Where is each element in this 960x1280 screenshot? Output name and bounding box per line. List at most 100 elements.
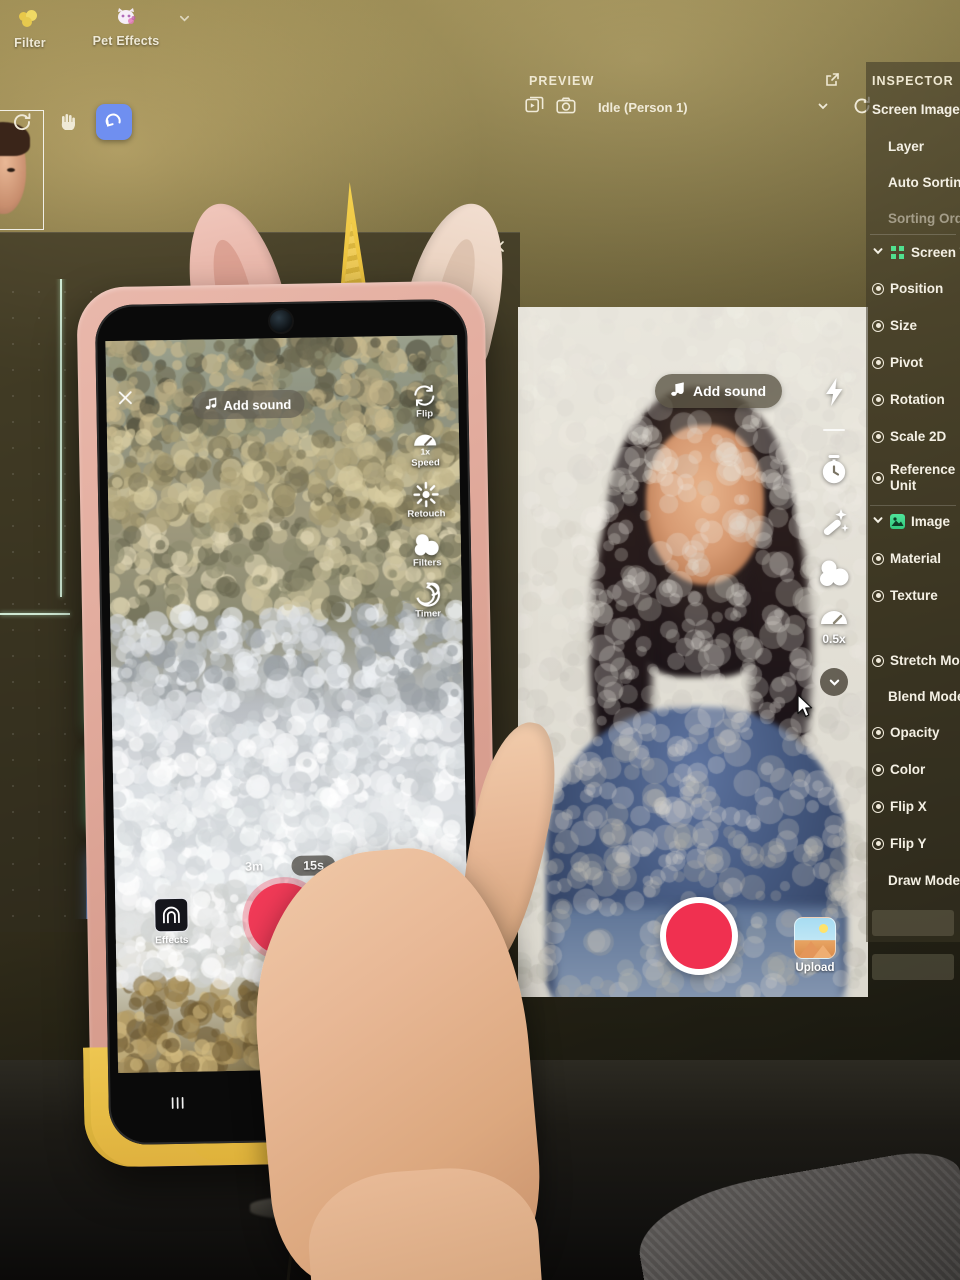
inspector-prop-flip-y[interactable]: Flip Y [866, 836, 960, 851]
preview-record-button[interactable] [660, 897, 738, 975]
radio-icon[interactable] [872, 552, 884, 565]
inspector-row-layer[interactable]: Layer [866, 139, 960, 154]
chevron-down-icon[interactable] [178, 12, 191, 30]
tiktok-rail-label: Filters [412, 557, 442, 569]
radio-icon[interactable] [872, 589, 884, 602]
eye-right [7, 168, 15, 172]
speed-value-label: 0.5x [822, 632, 846, 646]
preview-state-label[interactable]: Idle (Person 1) [598, 100, 688, 115]
magic-wand-icon[interactable] [819, 507, 849, 537]
video-frames-icon[interactable] [525, 96, 544, 119]
close-icon[interactable] [116, 389, 134, 412]
inspector-prop-rotation[interactable]: Rotation [866, 392, 960, 407]
inspector-row-label: Draw Mode [888, 873, 960, 889]
effects-arch-icon [154, 897, 189, 933]
inspector-row-label: Layer [888, 139, 925, 154]
inspector-input-field[interactable] [872, 954, 954, 981]
inspector-row-blend-mode[interactable]: Blend Mode [866, 689, 960, 704]
chevron-down-icon[interactable] [816, 99, 830, 118]
radio-icon[interactable] [872, 430, 884, 443]
toolbar-item-filter[interactable]: Filter [8, 8, 52, 50]
inspector-row-auto-sorting[interactable]: Auto Sorting [866, 175, 960, 190]
toolbar-item-pet-effects[interactable]: Pet Effects [88, 6, 164, 48]
inspector-section-screen-transform[interactable]: Screen Transform [866, 245, 960, 260]
tiktok-rail-sublabel: 1x [420, 446, 431, 457]
radio-icon[interactable] [872, 356, 884, 369]
chevron-down-icon[interactable] [820, 668, 848, 696]
toolbar-item-label: Pet Effects [92, 34, 160, 48]
inspector-prop-label: Texture [890, 588, 938, 604]
inspector-prop-reference-unit[interactable]: Reference Unit [866, 462, 960, 493]
inspector-section-label: Image [911, 514, 951, 530]
mouse-pointer-icon [797, 694, 815, 725]
timer-spiral-icon[interactable]: Timer [415, 581, 442, 620]
flash-icon[interactable] [821, 377, 848, 407]
inspector-prop-label: Flip X [890, 799, 927, 815]
inspector-prop-position[interactable]: Position [866, 281, 960, 296]
inspector-prop-flip-x[interactable]: Flip X [866, 799, 960, 814]
toolbar-item-label: Filter [14, 36, 46, 50]
preview-tool-rail: 0.5x [810, 377, 858, 696]
sparkle-burst-icon[interactable]: Retouch [407, 481, 445, 520]
preview-controls: Idle (Person 1) [525, 96, 688, 119]
inspector-prop-size[interactable]: Size [866, 318, 960, 333]
filters-bubbles-icon[interactable]: Filters [412, 532, 442, 569]
inspector-row-label: Sorting Order [888, 211, 960, 226]
radio-icon[interactable] [872, 837, 884, 850]
speed-gauge-icon[interactable]: 0.5x [819, 609, 849, 646]
tiktok-add-sound-button[interactable]: Add sound [192, 389, 305, 420]
inspector-prop-opacity[interactable]: Opacity [866, 725, 960, 740]
chevron-down-icon[interactable] [872, 514, 884, 529]
front-camera-icon [267, 307, 295, 335]
flip-camera-icon[interactable]: Flip [411, 383, 438, 420]
inspector-prop-scale-2d[interactable]: Scale 2D [866, 429, 960, 444]
cat-face-icon [88, 6, 164, 28]
inspector-prop-color[interactable]: Color [866, 762, 960, 777]
chevron-down-icon[interactable] [872, 245, 884, 260]
image-green-icon [890, 514, 905, 530]
camera-icon[interactable] [556, 97, 576, 119]
radio-icon[interactable] [872, 282, 884, 295]
music-note-icon [205, 397, 217, 413]
inspector-prop-label: Size [890, 318, 918, 333]
rotate-ccw-icon[interactable] [4, 104, 40, 140]
filters-bubbles-icon[interactable] [818, 559, 850, 587]
inspector-prop-label: Pivot [890, 355, 924, 370]
inspector-prop-stretch-mode[interactable]: Stretch Mode [866, 653, 960, 668]
inspector-prop-label: Flip Y [890, 836, 927, 852]
radio-icon[interactable] [872, 654, 884, 667]
radio-icon[interactable] [872, 393, 884, 406]
stopwatch-icon[interactable] [819, 453, 849, 485]
tiktok-effects-button[interactable]: Effects [145, 897, 198, 947]
speed-gauge-icon[interactable]: 1x Speed [411, 432, 440, 469]
inspector-title: INSPECTOR [872, 74, 954, 88]
tiktok-rail-label: Speed [411, 457, 440, 469]
radio-icon[interactable] [872, 800, 884, 813]
tiktok-rail-label: Flip [416, 408, 434, 420]
preview-upload-button[interactable]: Upload [792, 917, 838, 974]
preview-add-sound-button[interactable]: Add sound [655, 374, 783, 408]
inspector-row-draw-mode[interactable]: Draw Mode [866, 873, 960, 888]
inspector-input-field[interactable] [872, 910, 954, 937]
radio-icon[interactable] [872, 726, 884, 739]
sun-shape [819, 924, 828, 933]
recents-bars-icon[interactable] [166, 1093, 188, 1116]
inspector-prop-pivot[interactable]: Pivot [866, 355, 960, 370]
subject-face [646, 425, 764, 585]
tiktok-effects-label: Effects [155, 934, 189, 947]
inspector-prop-label: Reference Unit [890, 462, 956, 493]
radio-icon[interactable] [872, 763, 884, 776]
inspector-prop-label: Position [890, 281, 944, 296]
inspector-row-sorting-order[interactable]: Sorting Order [866, 211, 960, 226]
inspector-prop-label: Opacity [890, 725, 940, 741]
inspector-prop-texture[interactable]: Texture [866, 588, 960, 603]
external-link-icon[interactable] [825, 72, 840, 92]
inspector-section-image[interactable]: Image [866, 514, 960, 530]
radio-icon[interactable] [872, 319, 884, 332]
inspector-prop-material[interactable]: Material [866, 551, 960, 566]
inspector-row-label: Blend Mode [888, 689, 960, 705]
radio-icon[interactable] [872, 472, 884, 484]
dots-filter-icon [8, 8, 52, 30]
image-thumbnail-icon [794, 917, 836, 959]
inspector-object-name: Screen Image [872, 102, 960, 117]
